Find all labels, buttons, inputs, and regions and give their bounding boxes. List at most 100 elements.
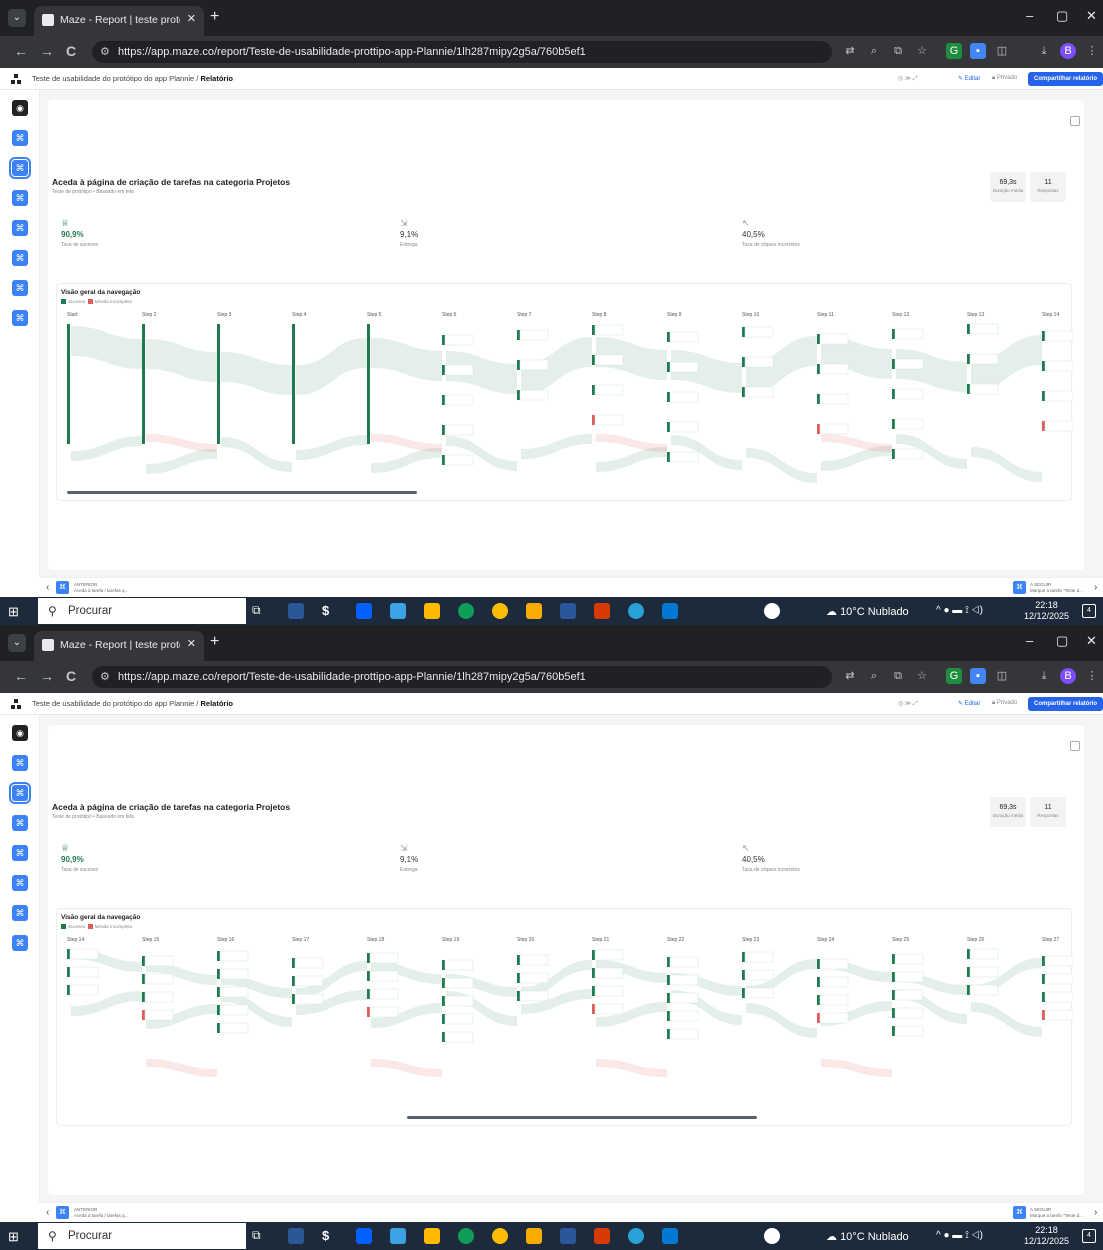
privacy-button[interactable]: 🔒︎ Privado (992, 75, 1017, 82)
word-app-icon[interactable] (560, 603, 576, 619)
header-icons[interactable]: ◎ ≫ ⤢ (898, 75, 918, 83)
tab-close-icon[interactable]: ✕ (187, 637, 196, 650)
close-window-button[interactable]: ✕ (1086, 8, 1097, 24)
browser-menu-icon[interactable]: ⋮ (1084, 668, 1100, 684)
comment-icon[interactable] (1070, 116, 1080, 126)
system-tray-icons[interactable]: ^ ● ▬ ⟟ ◁) (936, 1230, 983, 1241)
docs-extension-icon[interactable]: ▪ (970, 43, 986, 59)
next-arrow-icon[interactable]: › (1094, 1207, 1097, 1218)
download-icon[interactable]: ⤓ (1036, 43, 1052, 59)
profile-avatar[interactable]: B (1060, 668, 1076, 684)
previous-arrow-icon[interactable]: ‹ (46, 1207, 49, 1218)
extensions-icon[interactable]: ◫ (994, 43, 1010, 59)
translate-icon[interactable]: ⇄ (842, 43, 858, 59)
previous-task-link[interactable]: ANTERIOR Aceda à tarefa / tarefas q... (74, 582, 128, 594)
sticky-notes-app-icon[interactable] (526, 603, 542, 619)
rail-item-task[interactable]: ⌘ (12, 905, 28, 921)
notification-icon[interactable]: 4 (1082, 1229, 1096, 1243)
back-button[interactable]: ← (14, 43, 28, 59)
maximize-button[interactable]: ▢ (1056, 633, 1068, 649)
back-button[interactable]: ← (14, 668, 28, 684)
taskbar-search[interactable]: ⚲ Procurar (38, 598, 246, 624)
edge-app-icon[interactable] (458, 1228, 474, 1244)
edit-button[interactable]: ✎ Editar (958, 700, 980, 707)
rail-item-task[interactable]: ⌘ (12, 755, 28, 771)
minimize-button[interactable]: – (1026, 8, 1033, 23)
privacy-button[interactable]: 🔒︎ Privado (992, 700, 1017, 707)
edit-button[interactable]: ✎ Editar (958, 75, 980, 82)
bookmark-star-icon[interactable]: ☆ (914, 668, 930, 684)
task-view-icon[interactable]: ⧉ (252, 603, 268, 619)
rail-item-task-active[interactable]: ⌘ (9, 157, 31, 179)
app-icon[interactable]: $ (322, 1228, 338, 1244)
url-field[interactable]: ⚙ https://app.maze.co/report/Teste-de-us… (92, 41, 832, 63)
help-app-icon[interactable] (764, 1228, 780, 1244)
telegram-app-icon[interactable] (628, 1228, 644, 1244)
store-app-icon[interactable] (288, 1228, 304, 1244)
site-info-icon[interactable]: ⚙ (100, 670, 110, 683)
browser-tab[interactable]: Maze - Report | teste prototipo ✕ (34, 6, 204, 36)
dropbox-app-icon[interactable] (356, 603, 372, 619)
cast-icon[interactable]: ⧉ (890, 668, 906, 684)
download-icon[interactable]: ⤓ (1036, 668, 1052, 684)
rail-item-task[interactable]: ⌘ (12, 130, 28, 146)
minimize-button[interactable]: – (1026, 633, 1033, 648)
windows-start-icon[interactable]: ⊞ (8, 1229, 19, 1245)
sticky-notes-app-icon[interactable] (526, 1228, 542, 1244)
rail-item-task[interactable]: ⌘ (12, 250, 28, 266)
browser-menu-icon[interactable]: ⋮ (1084, 43, 1100, 59)
horizontal-scrollbar[interactable] (407, 1116, 757, 1119)
weather-widget[interactable]: ☁ 10°C Nublado (826, 1230, 909, 1243)
clock[interactable]: 22:18 12/12/2025 (1024, 600, 1069, 622)
word-app-icon[interactable] (560, 1228, 576, 1244)
profile-avatar[interactable]: B (1060, 43, 1076, 59)
new-tab-button[interactable]: + (210, 8, 219, 26)
zoom-icon[interactable]: ⌕ (866, 668, 882, 684)
maze-logo-icon[interactable] (10, 73, 22, 85)
browser-tab[interactable]: Maze - Report | teste prototipo ✕ (34, 631, 204, 661)
breadcrumb-project[interactable]: Teste de usabilidade do protótipo do app… (32, 74, 194, 83)
store-app-icon[interactable] (288, 603, 304, 619)
system-tray-icons[interactable]: ^ ● ▬ ⟟ ◁) (936, 605, 983, 616)
grammarly-extension-icon[interactable]: G (946, 43, 962, 59)
zoom-icon[interactable]: ⌕ (866, 43, 882, 59)
rail-item-task[interactable]: ⌘ (12, 875, 28, 891)
acrobat-app-icon[interactable] (594, 603, 610, 619)
rail-item-task[interactable]: ⌘ (12, 845, 28, 861)
dropbox-app-icon[interactable] (356, 1228, 372, 1244)
rail-item-task[interactable]: ⌘ (12, 190, 28, 206)
acrobat-app-icon[interactable] (594, 1228, 610, 1244)
rail-item-task[interactable]: ⌘ (12, 280, 28, 296)
share-report-button[interactable]: Compartilhar relatório (1027, 697, 1103, 711)
comment-icon[interactable] (1070, 741, 1080, 751)
reload-button[interactable]: C (66, 43, 76, 59)
chrome-app-icon[interactable] (492, 1228, 508, 1244)
maximize-button[interactable]: ▢ (1056, 8, 1068, 24)
docs-extension-icon[interactable]: ▪ (970, 668, 986, 684)
close-window-button[interactable]: ✕ (1086, 633, 1097, 649)
photos-app-icon[interactable] (390, 603, 406, 619)
notification-icon[interactable]: 4 (1082, 604, 1096, 618)
rail-item-task-active[interactable]: ⌘ (9, 782, 31, 804)
rail-item-task[interactable]: ⌘ (12, 220, 28, 236)
breadcrumb-project[interactable]: Teste de usabilidade do protótipo do app… (32, 699, 194, 708)
explorer-app-icon[interactable] (424, 1228, 440, 1244)
horizontal-scrollbar[interactable] (67, 491, 417, 494)
rail-item-task[interactable]: ⌘ (12, 310, 28, 326)
share-report-button[interactable]: Compartilhar relatório (1027, 72, 1103, 86)
rail-item-overview[interactable]: ◉ (12, 100, 28, 116)
rail-item-task[interactable]: ⌘ (12, 815, 28, 831)
site-info-icon[interactable]: ⚙ (100, 45, 110, 58)
telegram-app-icon[interactable] (628, 603, 644, 619)
previous-task-link[interactable]: ANTERIOR Aceda à tarefa / tarefas q... (74, 1207, 128, 1219)
forward-button[interactable]: → (40, 668, 54, 684)
clock[interactable]: 22:18 12/12/2025 (1024, 1225, 1069, 1247)
new-tab-button[interactable]: + (210, 633, 219, 651)
tab-search-icon[interactable]: ⌄ (8, 634, 26, 652)
explorer-app-icon[interactable] (424, 603, 440, 619)
photos-app-icon[interactable] (390, 1228, 406, 1244)
next-arrow-icon[interactable]: › (1094, 582, 1097, 593)
chrome-app-icon[interactable] (492, 603, 508, 619)
navigation-flow-diagram[interactable]: Step 14 Step 15 Step 16 Step 17 Step 18 Step … (57, 909, 1073, 1127)
task-view-icon[interactable]: ⧉ (252, 1228, 268, 1244)
